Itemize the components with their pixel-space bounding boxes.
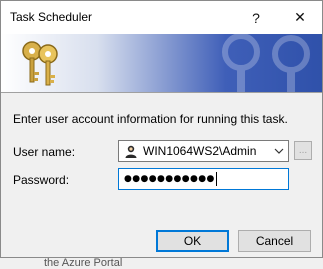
cancel-button[interactable]: Cancel [238, 230, 311, 252]
user-icon [125, 145, 137, 158]
instruction-text: Enter user account information for runni… [13, 112, 288, 126]
banner-divider [1, 92, 322, 93]
credentials-dialog: Task Scheduler ? ✕ Enter user account in… [0, 0, 323, 258]
text-caret [215, 172, 217, 186]
password-masked-value: ●●●●●●●●●●● [124, 174, 215, 184]
user-name-label: User name: [13, 145, 76, 159]
help-button[interactable]: ? [234, 1, 278, 34]
ok-button[interactable]: OK [156, 230, 229, 252]
password-label: Password: [13, 173, 70, 187]
background-window-text: the Azure Portal [44, 257, 123, 269]
keys-watermark-icon [222, 34, 310, 92]
chevron-down-icon[interactable] [270, 141, 288, 161]
password-field[interactable]: ●●●●●●●●●●● [118, 168, 289, 190]
keys-icon [22, 41, 58, 86]
browse-users-button[interactable]: ... [294, 141, 312, 160]
close-button[interactable]: ✕ [278, 1, 322, 34]
window-title: Task Scheduler [10, 10, 93, 24]
user-name-value: WIN1064WS2\Admin [143, 144, 257, 158]
user-name-combobox[interactable]: WIN1064WS2\Admin [118, 140, 289, 162]
header-banner [1, 34, 322, 92]
title-bar: Task Scheduler ? ✕ [1, 1, 322, 34]
